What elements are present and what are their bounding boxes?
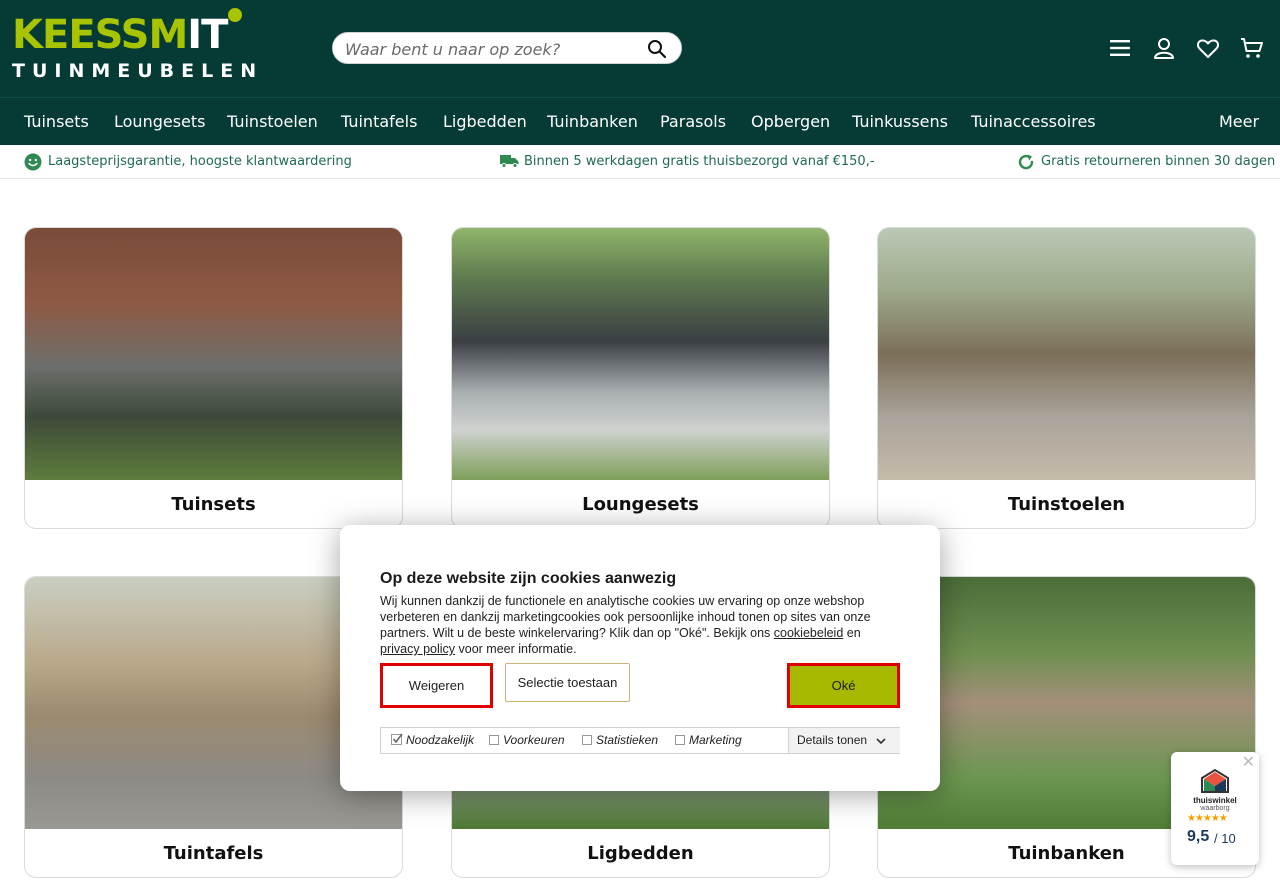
usp-text-delivery: Binnen 5 werkdagen gratis thuisbezorgd v…: [524, 154, 875, 169]
usp-item-delivery: Binnen 5 werkdagen gratis thuisbezorgd v…: [500, 145, 875, 179]
allow-selection-button[interactable]: Selectie toestaan: [505, 663, 630, 702]
logo-subtitle: TUINMEUBELEN: [12, 60, 264, 82]
reject-cookies-button[interactable]: Weigeren: [380, 663, 493, 708]
details-toggle-label: Details tonen: [797, 733, 868, 747]
rating-max: / 10: [1214, 831, 1236, 846]
cookie-category-label: Statistieken: [596, 733, 659, 747]
cookie-text-part: en: [843, 626, 861, 640]
nav-item-tuinstoelen[interactable]: Tuinstoelen: [227, 98, 318, 146]
nav-item-loungesets[interactable]: Loungesets: [114, 98, 206, 146]
cookie-category-voorkeuren[interactable]: Voorkeuren: [489, 728, 565, 753]
details-toggle-button[interactable]: Details tonen: [788, 728, 900, 753]
search-input[interactable]: [345, 37, 635, 61]
nav-item-tuintafels[interactable]: Tuintafels: [341, 98, 417, 146]
smiley-icon: [24, 153, 42, 171]
checkbox-icon[interactable]: [489, 735, 499, 745]
usp-bar: Laagsteprijsgarantie, hoogste klantwaard…: [0, 145, 1280, 179]
accept-cookies-button[interactable]: Oké: [787, 663, 900, 708]
category-image-loungesets: [452, 228, 829, 480]
cookie-category-marketing[interactable]: Marketing: [675, 728, 742, 753]
category-label: Tuinstoelen: [1007, 494, 1126, 515]
privacy-policy-link[interactable]: privacy policy: [380, 642, 455, 656]
account-icon[interactable]: [1152, 36, 1176, 60]
kees-smit-logo[interactable]: KEESSMIT TUINMEUBELEN: [12, 8, 274, 82]
search-bar: [332, 32, 682, 64]
checkbox-icon[interactable]: [582, 735, 592, 745]
refresh-icon: [1018, 154, 1034, 170]
cookie-category-bar: Noodzakelijk Voorkeuren Statistieken Mar…: [380, 727, 900, 754]
rating-stars: ★★★★★: [1187, 813, 1228, 824]
close-icon[interactable]: ✕: [1242, 752, 1255, 772]
thuiswinkel-logo-icon: [1201, 768, 1229, 793]
nav-item-tuinsets[interactable]: Tuinsets: [24, 98, 89, 146]
thuiswinkel-badge[interactable]: ✕ thuiswinkel waarborg ★★★★★ 9,5 / 10: [1171, 752, 1259, 865]
heart-icon[interactable]: [1196, 36, 1220, 60]
cookie-category-noodzakelijk[interactable]: Noodzakelijk: [391, 728, 474, 753]
logo-wordmark: KEESSMIT: [12, 12, 228, 58]
cookie-title: Op deze website zijn cookies aanwezig: [380, 570, 677, 587]
cookie-consent-dialog: Op deze website zijn cookies aanwezig Wi…: [340, 525, 940, 791]
usp-item-return: Gratis retourneren binnen 30 dagen: [1017, 145, 1275, 179]
cookie-category-label: Noodzakelijk: [406, 733, 475, 747]
cookie-category-label: Voorkeuren: [503, 733, 565, 747]
nav-item-opbergen[interactable]: Opbergen: [751, 98, 830, 146]
chevron-down-icon: [876, 738, 886, 745]
usp-text-price: Laagsteprijsgarantie, hoogste klantwaard…: [48, 154, 352, 169]
cookie-policy-link[interactable]: cookiebeleid: [774, 626, 844, 640]
search-icon[interactable]: [647, 39, 667, 59]
usp-item-price: Laagsteprijsgarantie, hoogste klantwaard…: [24, 145, 352, 179]
category-card-loungesets[interactable]: Loungesets: [451, 227, 830, 529]
menu-icon[interactable]: [1108, 36, 1132, 60]
nav-item-tuinkussens[interactable]: Tuinkussens: [852, 98, 948, 146]
category-card-tuinstoelen[interactable]: Tuinstoelen: [877, 227, 1256, 529]
cookie-category-label: Marketing: [689, 733, 742, 747]
category-label: Loungesets: [582, 494, 699, 515]
checkbox-icon[interactable]: [675, 735, 685, 745]
category-card-tuinsets[interactable]: Tuinsets: [24, 227, 403, 529]
badge-name: thuiswinkel: [1193, 796, 1237, 805]
nav-item-meer[interactable]: Meer: [1219, 98, 1259, 146]
category-image-tuinstoelen: [878, 228, 1255, 480]
category-label: Ligbedden: [587, 843, 694, 864]
cart-icon[interactable]: [1240, 36, 1264, 60]
nav-item-tuinaccessoires[interactable]: Tuinaccessoires: [971, 98, 1096, 146]
checkbox-checked-icon[interactable]: [391, 733, 403, 745]
main-nav: Tuinsets Loungesets Tuinstoelen Tuintafe…: [0, 97, 1280, 145]
category-label: Tuinsets: [171, 494, 256, 515]
nav-item-tuinbanken[interactable]: Tuinbanken: [547, 98, 638, 146]
cookie-description: Wij kunnen dankzij de functionele en ana…: [380, 593, 900, 657]
cookie-text-part: voor meer informatie.: [455, 642, 577, 656]
cookie-category-statistieken[interactable]: Statistieken: [582, 728, 658, 753]
usp-text-return: Gratis retourneren binnen 30 dagen: [1041, 154, 1276, 169]
nav-item-parasols[interactable]: Parasols: [660, 98, 726, 146]
nav-item-ligbedden[interactable]: Ligbedden: [443, 98, 527, 146]
rating-score: 9,5: [1187, 828, 1210, 845]
category-image-tuinsets: [25, 228, 402, 480]
logo-dot: [228, 8, 242, 22]
site-header: KEESSMIT TUINMEUBELEN: [0, 0, 1280, 97]
category-label: Tuintafels: [163, 843, 264, 864]
truck-icon: [500, 155, 519, 168]
badge-subtitle: waarborg: [1200, 805, 1230, 812]
